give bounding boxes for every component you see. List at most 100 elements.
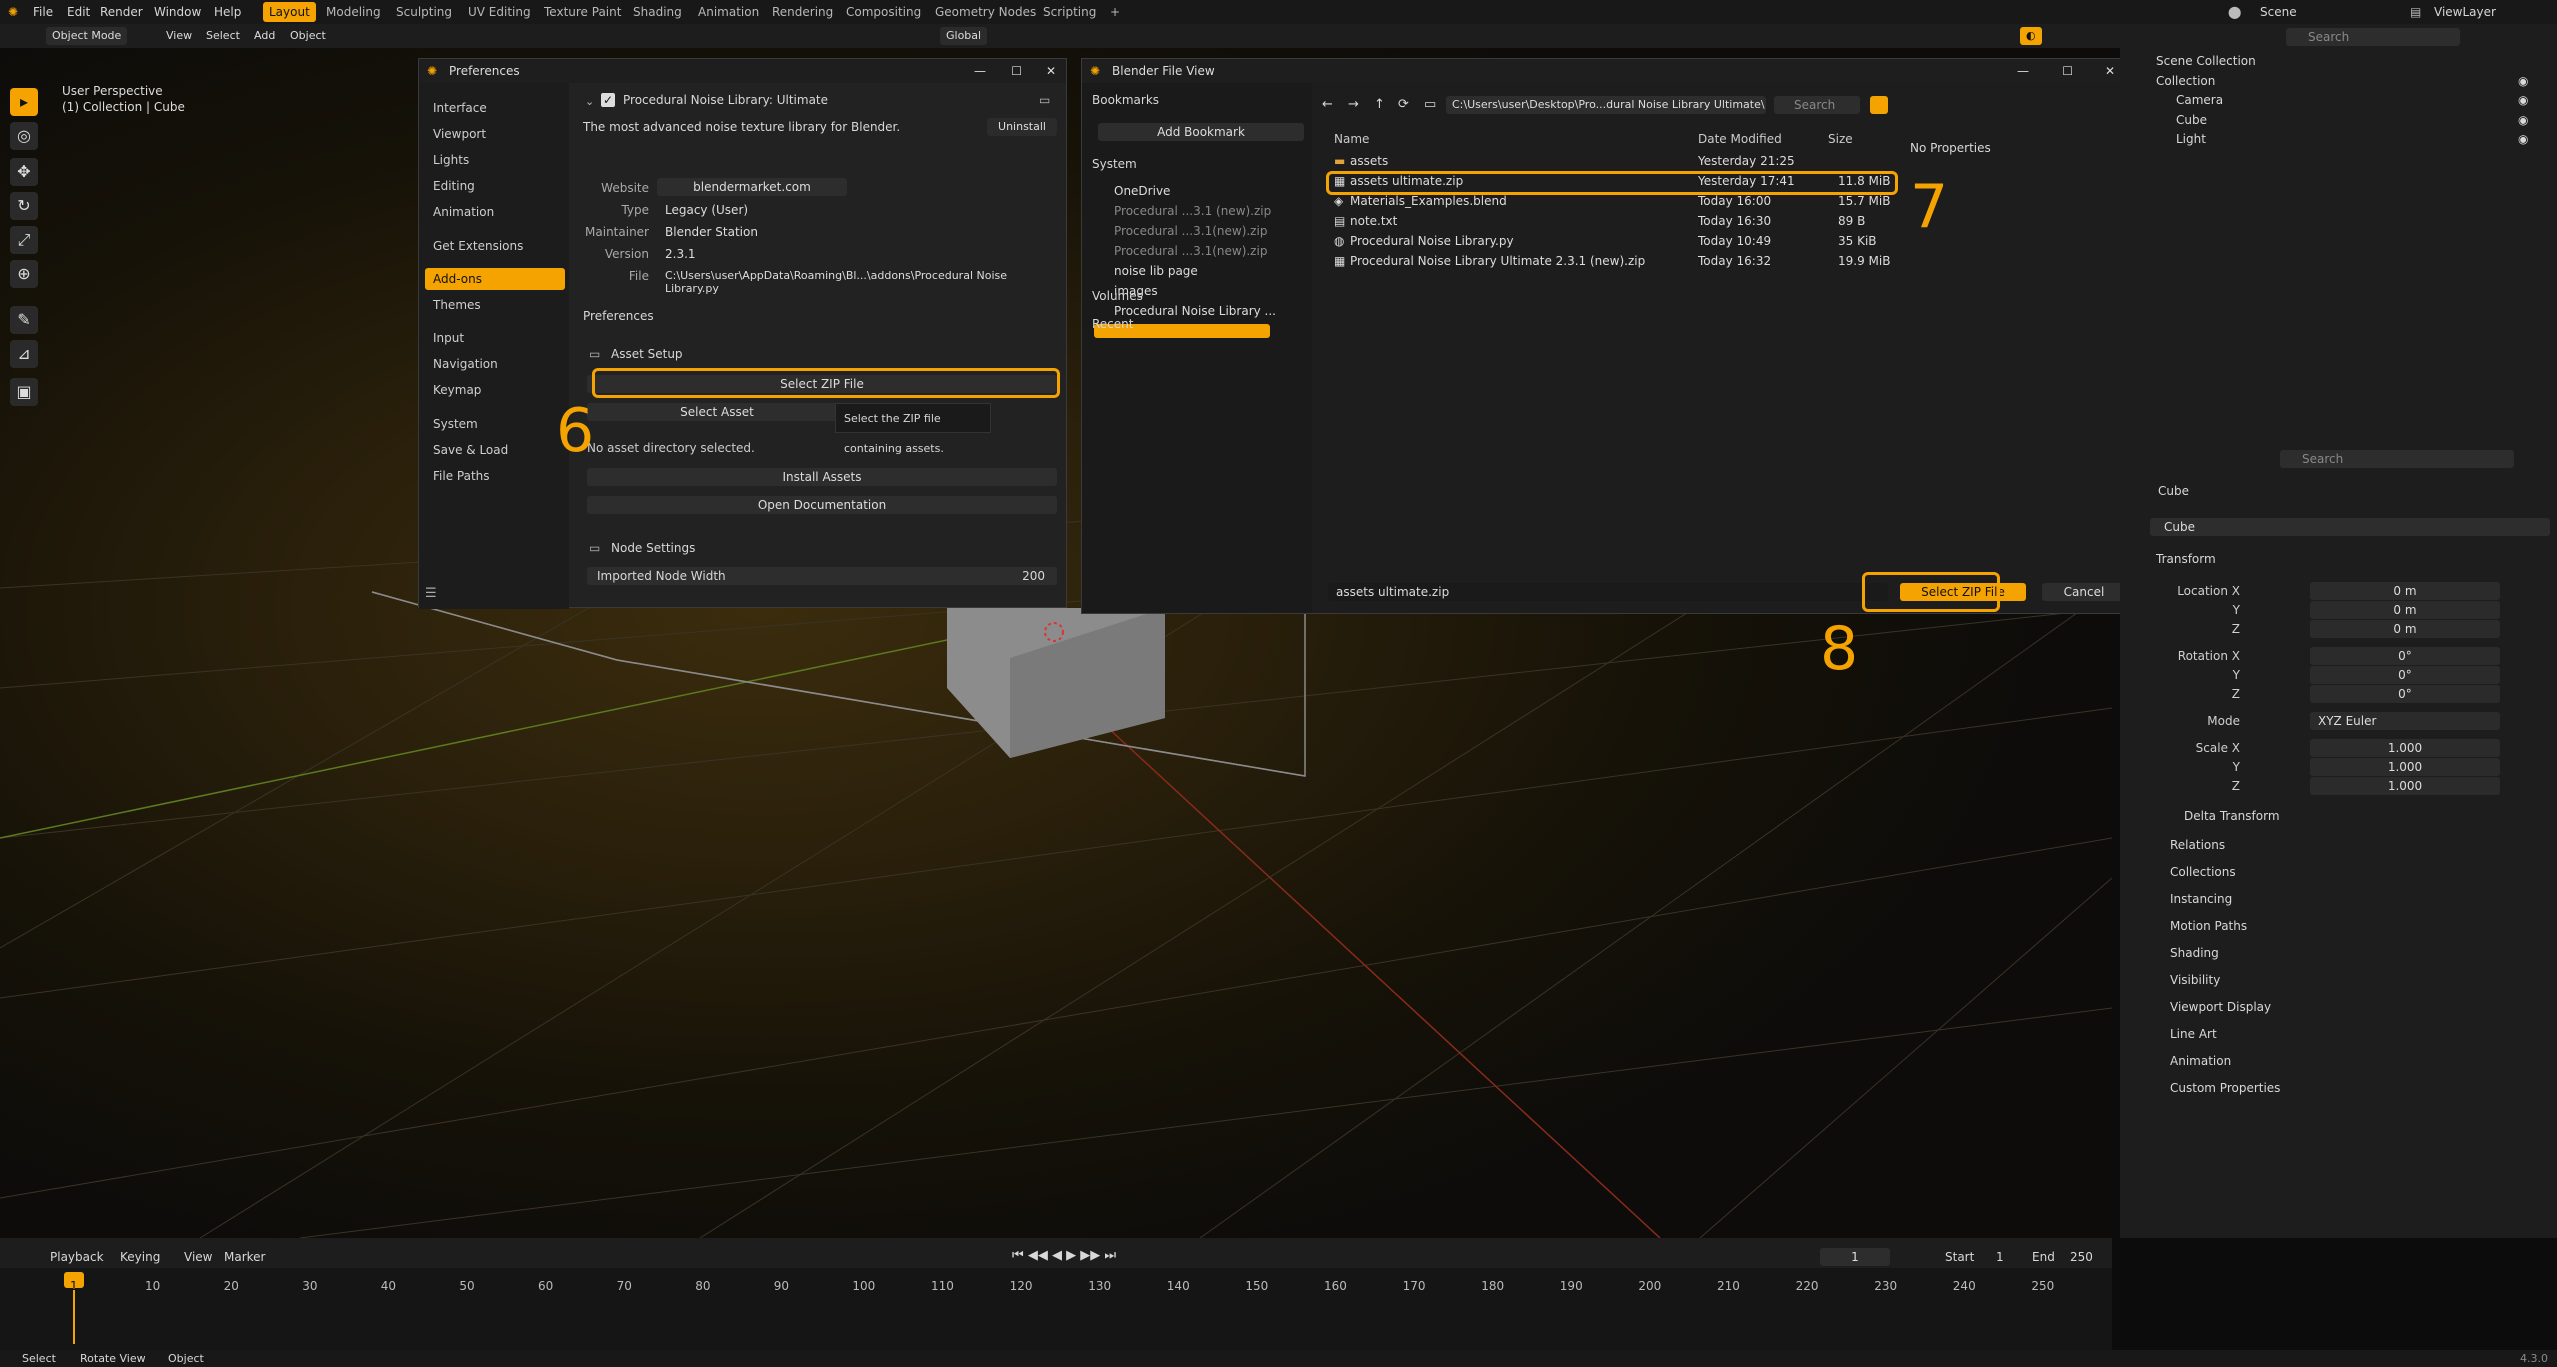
sidebar-item-get-extensions[interactable]: Get Extensions <box>425 235 565 257</box>
sidebar-item-viewport[interactable]: Viewport <box>425 123 565 145</box>
file-row[interactable]: ▦ Procedural Noise Library Ultimate 2.3.… <box>1328 251 1908 271</box>
scale-tool-icon[interactable]: ⤢ <box>10 226 38 254</box>
location-z-field[interactable]: 0 m <box>2310 620 2500 638</box>
list-view-icon[interactable] <box>1870 96 1888 114</box>
uninstall-button[interactable]: Uninstall <box>987 118 1057 136</box>
rotation-x-field[interactable]: 0° <box>2310 647 2500 665</box>
file-row[interactable]: ▤ note.txt Today 16:30 89 B <box>1328 211 1908 231</box>
eye-icon[interactable]: ◉ <box>2518 93 2528 107</box>
list-item[interactable]: Procedural ...3.1(new).zip <box>1094 221 1290 241</box>
workspace-scripting[interactable]: Scripting <box>1037 2 1102 22</box>
workspace-sculpting[interactable]: Sculpting <box>390 2 458 22</box>
path-input[interactable]: C:\Users\user\Desktop\Pro...dural Noise … <box>1446 96 1766 114</box>
select-asset-button[interactable]: Select Asset <box>587 403 847 421</box>
annotate-tool-icon[interactable]: ✎ <box>10 306 38 334</box>
sidebar-item-input[interactable]: Input <box>425 327 565 349</box>
workspace-shading[interactable]: Shading <box>627 2 688 22</box>
section-relations[interactable]: Relations <box>2170 838 2225 852</box>
file-search-input[interactable]: Search <box>1774 96 1860 114</box>
minimize-icon[interactable]: — <box>2017 59 2029 83</box>
outliner-search-input[interactable]: Search <box>2286 28 2460 46</box>
system-header[interactable]: System <box>1092 157 1137 171</box>
refresh-icon[interactable]: ⟳ <box>1398 97 1409 112</box>
workspace-layout[interactable]: Layout <box>263 2 316 22</box>
workspace-rendering[interactable]: Rendering <box>766 2 839 22</box>
list-item[interactable]: Procedural ...3.1(new).zip <box>1094 241 1290 261</box>
rotation-z-field[interactable]: 0° <box>2310 685 2500 703</box>
sidebar-item-navigation[interactable]: Navigation <box>425 353 565 375</box>
blender-logo-icon[interactable]: ✺ <box>8 0 18 24</box>
menu-file[interactable]: File <box>33 0 53 24</box>
location-x-field[interactable]: 0 m <box>2310 582 2500 600</box>
sidebar-item-editing[interactable]: Editing <box>425 175 565 197</box>
transform-section[interactable]: Transform <box>2156 552 2216 566</box>
imported-node-width-field[interactable]: Imported Node Width 200 <box>587 567 1057 585</box>
new-folder-icon[interactable]: ▭ <box>1424 97 1436 112</box>
back-icon[interactable]: ← <box>1322 97 1333 112</box>
timeline-keying-menu[interactable]: Keying <box>120 1250 160 1264</box>
menu-view[interactable]: View <box>160 27 198 45</box>
menu-help[interactable]: Help <box>214 0 241 24</box>
column-name[interactable]: Name <box>1334 129 1369 149</box>
minimize-icon[interactable]: — <box>974 59 986 83</box>
current-frame-field[interactable]: 1 <box>1820 1248 1890 1266</box>
hamburger-menu-icon[interactable]: ☰ <box>425 586 437 601</box>
object-name-field[interactable]: Cube <box>2150 518 2550 536</box>
bookmarks-header[interactable]: Bookmarks <box>1092 93 1159 107</box>
scale-y-field[interactable]: 1.000 <box>2310 758 2500 776</box>
forward-icon[interactable]: → <box>1348 97 1359 112</box>
rotate-tool-icon[interactable]: ↻ <box>10 192 38 220</box>
sidebar-item-add-ons[interactable]: Add-ons <box>425 268 565 290</box>
rotation-y-field[interactable]: 0° <box>2310 666 2500 684</box>
view-layer-name[interactable]: ViewLayer <box>2434 0 2496 24</box>
start-value[interactable]: 1 <box>1996 1250 2004 1264</box>
maximize-icon[interactable]: ☐ <box>1011 59 1022 83</box>
chevron-down-icon[interactable]: ⌄ <box>585 95 594 108</box>
menu-edit[interactable]: Edit <box>67 0 90 24</box>
sidebar-item-system[interactable]: System <box>425 413 565 435</box>
sidebar-item-lights[interactable]: Lights <box>425 149 565 171</box>
timeline-playback-menu[interactable]: Playback <box>50 1250 104 1264</box>
workspace-animation[interactable]: Animation <box>692 2 765 22</box>
section-delta-transform[interactable]: Delta Transform <box>2184 809 2280 823</box>
location-y-field[interactable]: 0 m <box>2310 601 2500 619</box>
section-line-art[interactable]: Line Art <box>2170 1027 2217 1041</box>
list-item[interactable]: Procedural ...3.1 (new).zip <box>1094 201 1290 221</box>
transform-tool-icon[interactable]: ⊕ <box>10 260 38 288</box>
eye-icon[interactable]: ◉ <box>2518 74 2528 88</box>
workspace-compositing[interactable]: Compositing <box>840 2 927 22</box>
playback-controls[interactable]: ⏮ ◀◀ ◀ ▶ ▶▶ ⏭ <box>1012 1248 1116 1263</box>
scale-z-field[interactable]: 1.000 <box>2310 777 2500 795</box>
scene-name[interactable]: Scene <box>2260 0 2297 24</box>
transform-orientation-dropdown[interactable]: Global <box>940 27 988 45</box>
sidebar-item-interface[interactable]: Interface <box>425 97 565 119</box>
outliner-item-camera[interactable]: Camera <box>2176 93 2223 107</box>
outliner-item-light[interactable]: Light <box>2176 132 2206 146</box>
list-item[interactable]: OneDrive <box>1094 181 1290 201</box>
section-instancing[interactable]: Instancing <box>2170 892 2232 906</box>
outliner-item-cube[interactable]: Cube <box>2176 113 2207 127</box>
file-row[interactable]: ◍ Procedural Noise Library.py Today 10:4… <box>1328 231 1908 251</box>
scale-x-field[interactable]: 1.000 <box>2310 739 2500 757</box>
menu-select[interactable]: Select <box>200 27 246 45</box>
cursor-tool-icon[interactable]: ◎ <box>10 122 38 150</box>
measure-tool-icon[interactable]: ⊿ <box>10 340 38 368</box>
sidebar-item-file-paths[interactable]: File Paths <box>425 465 565 487</box>
cancel-button[interactable]: Cancel <box>2042 583 2126 601</box>
workspace-uv-editing[interactable]: UV Editing <box>462 2 537 22</box>
rotation-mode-dropdown[interactable]: XYZ Euler <box>2310 712 2500 730</box>
outliner-item-collection[interactable]: Collection <box>2156 74 2215 88</box>
shading-solid-button[interactable]: ◐ <box>2020 27 2042 45</box>
sidebar-item-keymap[interactable]: Keymap <box>425 379 565 401</box>
timeline-marker-menu[interactable]: Marker <box>224 1250 265 1264</box>
close-icon[interactable]: ✕ <box>2105 59 2115 83</box>
volumes-header[interactable]: Volumes <box>1092 289 1143 303</box>
workspace-geometry-nodes[interactable]: Geometry Nodes <box>929 2 1042 22</box>
column-date[interactable]: Date Modified <box>1698 129 1782 149</box>
sidebar-item-themes[interactable]: Themes <box>425 294 565 316</box>
add-cube-tool-icon[interactable]: ▣ <box>10 378 38 406</box>
install-assets-button[interactable]: Install Assets <box>587 468 1057 486</box>
open-documentation-button[interactable]: Open Documentation <box>587 496 1057 514</box>
sidebar-item-save-load[interactable]: Save & Load <box>425 439 565 461</box>
section-collections[interactable]: Collections <box>2170 865 2236 879</box>
